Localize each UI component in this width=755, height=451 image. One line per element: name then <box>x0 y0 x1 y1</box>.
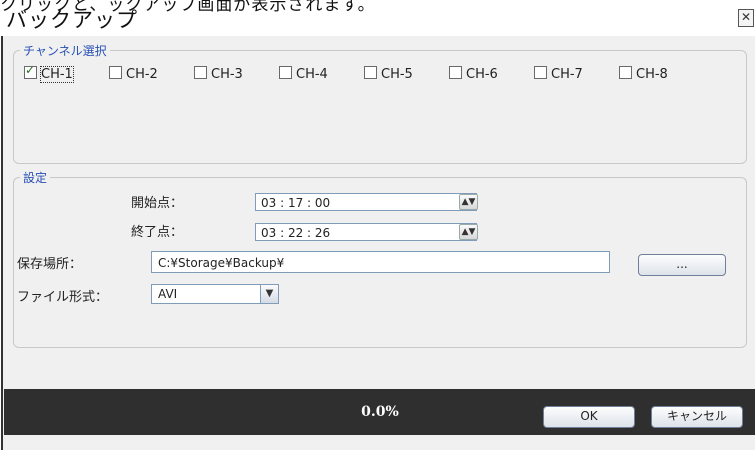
browse-button[interactable]: ... <box>638 254 726 276</box>
channel-label: CH-2 <box>126 67 158 82</box>
start-time-spinner[interactable]: ▲▼ <box>459 194 478 210</box>
channel-checkbox-5[interactable]: CH-5 <box>364 66 413 82</box>
channel-checkbox-6[interactable]: CH-6 <box>449 66 498 82</box>
checkbox-icon[interactable] <box>619 66 632 79</box>
channel-checkbox-2[interactable]: CH-2 <box>109 66 158 82</box>
channel-label: CH-5 <box>381 67 413 82</box>
channel-checkbox-4[interactable]: CH-4 <box>279 66 328 82</box>
chevron-down-icon[interactable]: ▼ <box>260 285 278 303</box>
settings-group: 設定 開始点： 03 : 17 : 00 ▲▼ 終了点： 03 : 22 : 2… <box>13 169 747 348</box>
start-time-field[interactable]: 03 : 17 : 00 <box>255 193 477 211</box>
start-point-label: 開始点： <box>131 196 184 211</box>
channel-label: CH-7 <box>551 67 583 82</box>
save-location-label: 保存場所： <box>17 257 83 272</box>
spinner-icon: ▲▼ <box>461 197 476 207</box>
channel-checkbox-7[interactable]: CH-7 <box>534 66 583 82</box>
progress-bar: 0.0% <box>4 389 755 435</box>
backup-dialog: チャンネル選択 CH-1 CH-2 CH-3 CH-4 CH-5 CH-6 CH-7 CH-8… <box>1 36 755 450</box>
file-format-select[interactable]: AVI ▼ <box>151 284 279 304</box>
channel-label: CH-4 <box>296 67 328 82</box>
close-button[interactable]: ✕ <box>738 9 754 27</box>
window-title: バックアップ <box>6 8 138 32</box>
file-format-value: AVI <box>158 287 178 301</box>
end-time-field[interactable]: 03 : 22 : 26 <box>255 223 477 241</box>
channel-checkbox-1[interactable]: CH-1 <box>24 63 74 83</box>
checkbox-checked-icon[interactable] <box>24 63 37 79</box>
file-format-label: ファイル形式： <box>17 290 109 305</box>
channel-checkbox-3[interactable]: CH-3 <box>194 66 243 82</box>
end-point-label: 終了点： <box>131 225 184 240</box>
save-path-field[interactable]: C:¥Storage¥Backup¥ <box>151 251 610 273</box>
channel-label: CH-6 <box>466 67 498 82</box>
checkbox-icon[interactable] <box>194 66 207 79</box>
spinner-icon: ▲▼ <box>461 227 476 237</box>
checkbox-icon[interactable] <box>109 66 122 79</box>
ok-button[interactable]: OK <box>543 406 635 428</box>
channel-label: CH-3 <box>211 67 243 82</box>
channel-group-legend: チャンネル選択 <box>23 44 107 58</box>
checkbox-icon[interactable] <box>534 66 547 79</box>
progress-text: 0.0% <box>361 404 399 420</box>
checkbox-icon[interactable] <box>279 66 292 79</box>
channel-label: CH-1 <box>40 66 74 83</box>
cancel-button[interactable]: キャンセル <box>651 406 743 428</box>
channel-group: チャンネル選択 CH-1 CH-2 CH-3 CH-4 CH-5 CH-6 CH-7 CH-8 <box>13 42 747 164</box>
channel-label: CH-8 <box>636 67 668 82</box>
settings-group-legend: 設定 <box>23 171 48 185</box>
checkbox-icon[interactable] <box>364 66 377 79</box>
channel-checkbox-8[interactable]: CH-8 <box>619 66 668 82</box>
end-time-spinner[interactable]: ▲▼ <box>459 224 478 240</box>
checkbox-icon[interactable] <box>449 66 462 79</box>
